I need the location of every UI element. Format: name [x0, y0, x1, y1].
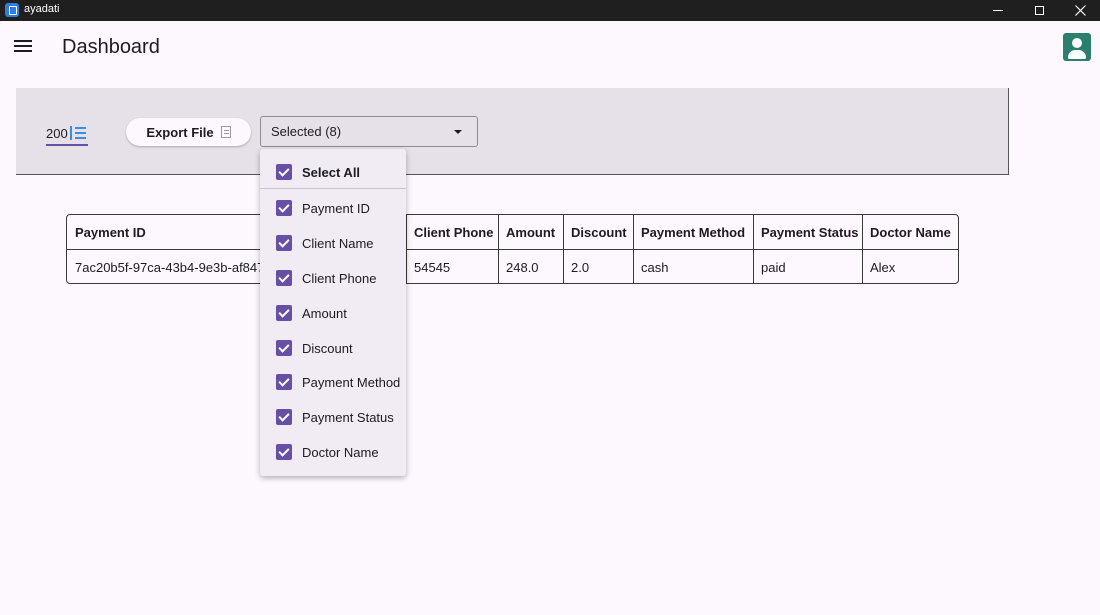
select-all-option[interactable]: Select All	[260, 155, 406, 189]
option-label: Doctor Name	[302, 444, 379, 460]
document-icon	[220, 126, 231, 138]
option-label: Discount	[302, 340, 353, 356]
column-select-label: Selected (8)	[271, 124, 342, 139]
export-file-label: Export File	[146, 124, 214, 140]
option-payment-id[interactable]: Payment ID	[260, 191, 406, 225]
option-label: Client Name	[302, 235, 374, 251]
app-logo-icon	[5, 3, 19, 17]
table-cell-payment-status: paid	[761, 260, 786, 275]
rows-per-page-control[interactable]: 200	[46, 122, 88, 146]
checkbox-checked-icon[interactable]	[276, 235, 292, 251]
rows-per-page-value: 200	[46, 125, 68, 141]
checkbox-checked-icon[interactable]	[276, 409, 292, 425]
header-payment-method[interactable]: Payment Method	[633, 215, 753, 250]
page-title: Dashboard	[62, 36, 160, 58]
checkbox-checked-icon[interactable]	[276, 164, 292, 180]
option-label: Payment ID	[302, 200, 370, 216]
menu-divider	[260, 188, 406, 189]
checkbox-checked-icon[interactable]	[276, 200, 292, 216]
header-doctor-name[interactable]: Doctor Name	[862, 215, 958, 250]
minimize-icon	[993, 10, 1003, 11]
window-title: ayadati	[24, 3, 60, 15]
header-amount[interactable]: Amount	[498, 215, 563, 250]
option-label: Payment Method	[302, 374, 401, 390]
option-client-phone[interactable]: Client Phone	[260, 261, 406, 295]
table-cell-discount: 2.0	[571, 260, 590, 275]
minimize-button[interactable]	[978, 0, 1018, 21]
option-payment-status[interactable]: Payment Status	[260, 400, 406, 434]
select-all-label: Select All	[302, 164, 361, 180]
export-file-button[interactable]: Export File	[126, 118, 251, 146]
option-label: Amount	[302, 305, 347, 321]
table-cell-doctor-name: Alex	[870, 260, 896, 275]
option-payment-method[interactable]: Payment Method	[260, 365, 406, 399]
header-payment-status[interactable]: Payment Status	[753, 215, 862, 250]
close-icon	[1074, 5, 1086, 16]
option-amount[interactable]: Amount	[260, 296, 406, 330]
sort-list-icon	[69, 126, 87, 140]
checkbox-checked-icon[interactable]	[276, 340, 292, 356]
option-doctor-name[interactable]: Doctor Name	[260, 435, 406, 469]
close-window-button[interactable]	[1060, 0, 1100, 21]
checkbox-checked-icon[interactable]	[276, 444, 292, 460]
option-label: Client Phone	[302, 270, 377, 286]
caret-down-icon	[454, 130, 462, 134]
checkbox-checked-icon[interactable]	[276, 374, 292, 390]
option-client-name[interactable]: Client Name	[260, 226, 406, 260]
checkbox-checked-icon[interactable]	[276, 305, 292, 321]
column-select-menu: Select All Payment ID Client Name Client…	[260, 149, 406, 476]
window-titlebar: ayadati	[0, 0, 1100, 21]
option-discount[interactable]: Discount	[260, 331, 406, 365]
table-cell-amount: 248.0	[506, 260, 539, 275]
table-cell-client-phone: 54545	[414, 260, 451, 275]
checkbox-checked-icon[interactable]	[276, 270, 292, 286]
payments-table: Payment ID Client Phone Amount Discount …	[66, 214, 959, 284]
maximize-icon	[1034, 6, 1044, 15]
maximize-button[interactable]	[1019, 0, 1059, 21]
menu-icon[interactable]	[14, 40, 32, 54]
table-cell-payment-method: cash	[641, 260, 669, 275]
header-discount[interactable]: Discount	[563, 215, 633, 250]
account-icon[interactable]	[1063, 33, 1091, 61]
header-client-phone[interactable]: Client Phone	[406, 215, 498, 250]
option-label: Payment Status	[302, 409, 394, 425]
column-select-dropdown[interactable]: Selected (8)	[260, 116, 478, 147]
